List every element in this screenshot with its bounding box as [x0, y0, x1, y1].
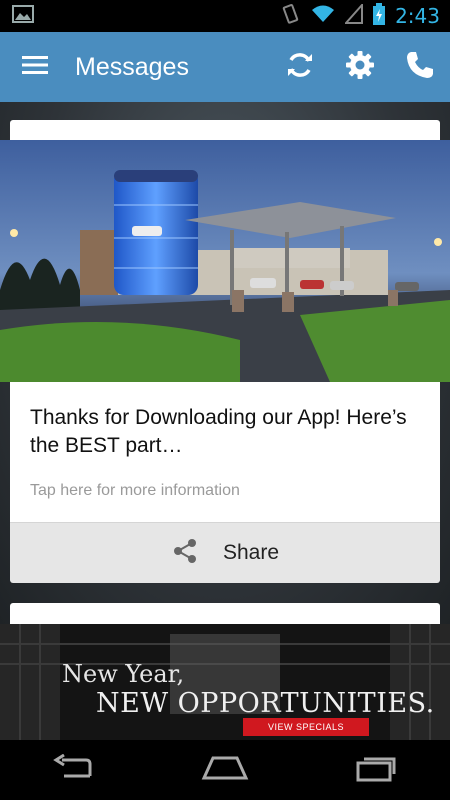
phone-icon — [405, 50, 435, 85]
action-bar: Messages — [0, 32, 450, 102]
refresh-button[interactable] — [270, 32, 330, 102]
refresh-icon — [285, 50, 315, 85]
dealership-photo — [0, 140, 450, 382]
wifi-icon — [311, 4, 335, 29]
recents-icon[interactable] — [354, 754, 398, 787]
home-icon[interactable] — [201, 755, 249, 786]
settings-gear-icon — [345, 50, 375, 85]
menu-button[interactable] — [0, 32, 70, 102]
view-specials-button[interactable]: VIEW SPECIALS — [243, 718, 369, 736]
share-icon — [171, 537, 199, 570]
settings-button[interactable] — [330, 32, 390, 102]
clock: 2:43 — [395, 4, 440, 28]
page-title: Messages — [75, 52, 189, 81]
message-title[interactable]: Thanks for Downloading our App! Here’s t… — [30, 404, 420, 460]
vibrate-icon — [279, 3, 301, 30]
image-icon — [12, 4, 34, 28]
banner-headline-1: New Year, — [62, 660, 185, 688]
share-button[interactable]: Share — [10, 522, 440, 583]
call-button[interactable] — [390, 32, 450, 102]
back-icon[interactable] — [52, 753, 96, 787]
navigation-bar — [0, 740, 450, 800]
share-label: Share — [222, 541, 280, 564]
banner-headline-2: NEW OPPORTUNITIES. — [96, 688, 435, 719]
battery-charging-icon — [373, 2, 386, 30]
signal-icon — [343, 1, 364, 29]
menu-icon — [22, 55, 48, 80]
status-bar: 2:43 — [0, 0, 450, 32]
more-info-link[interactable]: Tap here for more information — [30, 482, 240, 500]
